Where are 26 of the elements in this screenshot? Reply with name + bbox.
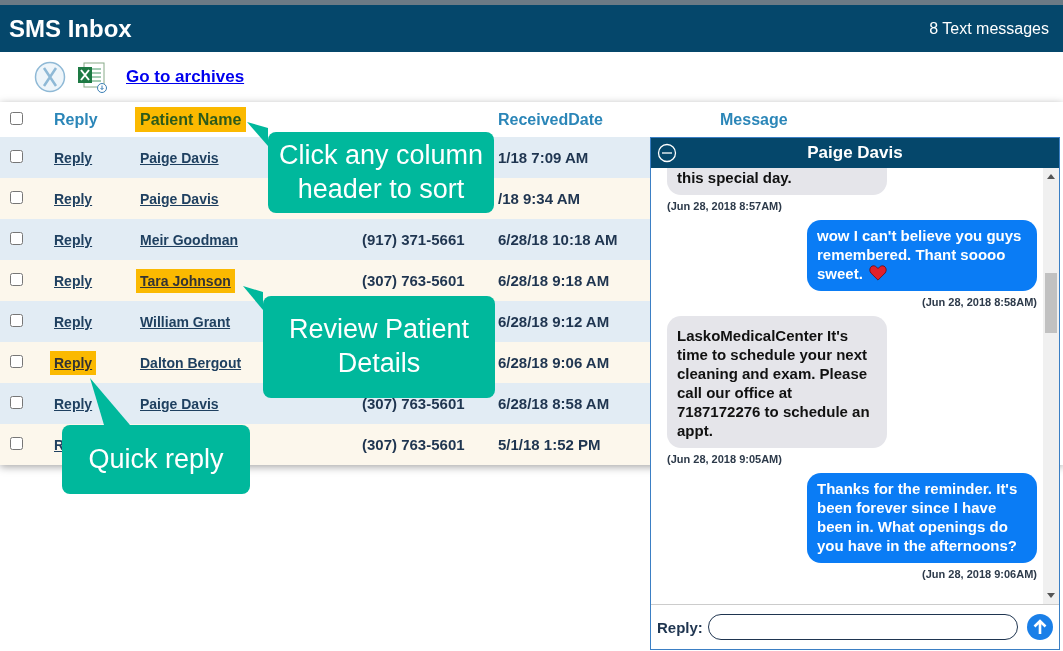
received-message: LaskoMedicalCenter It's time to schedule your next cleaning and exam. Please call our office at 7187172276 to schedule an appt.	[667, 316, 887, 448]
phone-number: (307) 763-5601	[362, 272, 465, 289]
message-time: (Jun 28, 2018 9:05AM)	[667, 453, 783, 465]
patient-details-tooltip: Review Patient Details	[263, 296, 495, 398]
message-count: 8 Text messages	[929, 19, 1049, 38]
received-date: 1/18 7:09 AM	[498, 149, 589, 166]
message-time: (Jun 28, 2018 8:57AM)	[667, 200, 783, 212]
page-title: SMS Inbox	[9, 14, 132, 43]
received-date: 5/1/18 1:52 PM	[498, 436, 601, 453]
received-date: 6/28/18 9:06 AM	[498, 354, 610, 371]
received-message: this special day.	[667, 168, 887, 195]
sent-message: Thanks for the reminder. It's been forever since I have been in. What openings do you have in the afternoons?	[807, 473, 1037, 563]
sort-hint-tooltip: Click any column header to sort	[268, 132, 494, 213]
received-date: 6/28/18 10:18 AM	[498, 231, 618, 248]
message-time: (Jun 28, 2018 8:58AM)	[922, 296, 1037, 308]
message-time: (Jun 28, 2018 9:06AM)	[922, 568, 1037, 580]
sent-message: wow I can't believe you guys remembered. Thant soooo sweet.	[807, 220, 1037, 291]
chat-title: Paige Davis	[807, 143, 903, 163]
received-date: 6/28/18 8:58 AM	[498, 395, 610, 412]
received-date: /18 9:34 AM	[498, 190, 580, 207]
received-date: 6/28/18 9:12 AM	[498, 313, 610, 330]
phone-number: (307) 763-5601	[362, 436, 465, 453]
reply-label: Reply:	[657, 618, 703, 636]
phone-number: (307) 763-5601	[362, 395, 465, 412]
received-date: 6/28/18 9:18 AM	[498, 272, 610, 289]
phone-number: (917) 371-5661	[362, 231, 465, 248]
